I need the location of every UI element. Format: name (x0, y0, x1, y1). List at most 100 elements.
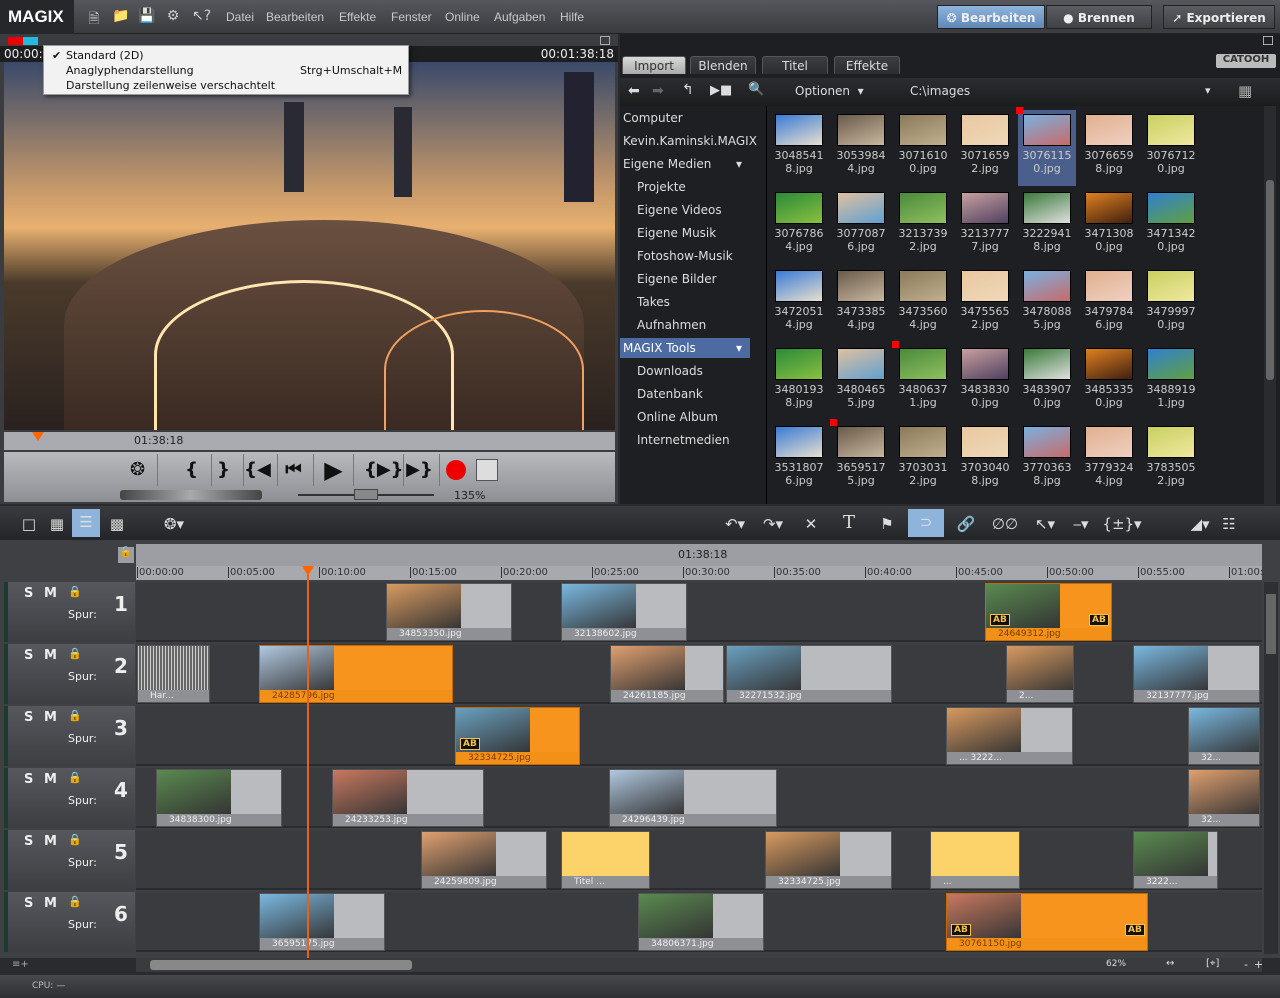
fit-width-icon[interactable]: ↔ (1166, 958, 1174, 969)
back-arrow-icon[interactable]: ⬅ (628, 83, 640, 99)
magnet-snap-icon[interactable]: ⊃ (908, 509, 944, 537)
track-lane[interactable]: Har... 24285796.jpg 24261185.jpg 32271532.j… (136, 644, 1262, 704)
file-thumbnail[interactable]: 34713420.jpg (1142, 188, 1200, 264)
tree-item[interactable]: Online Album (620, 407, 766, 427)
split-tool-icon[interactable]: ⎯▾ (1066, 515, 1096, 533)
photo-clip[interactable]: 32334725.jpg (765, 831, 892, 889)
playhead[interactable] (302, 566, 314, 958)
chevron-down-icon[interactable]: ▾ (1205, 84, 1211, 97)
maximize-icon[interactable] (1263, 36, 1273, 45)
photo-clip[interactable]: 34853350.jpg (386, 583, 512, 641)
mode-export-button[interactable]: ➚ Exportieren (1163, 5, 1275, 29)
lock-icon[interactable]: 🔒 (68, 771, 82, 784)
add-track-icon[interactable]: ≡+ (12, 959, 29, 970)
file-thumbnail[interactable]: 30716592.jpg (956, 110, 1014, 186)
go-to-out-button[interactable]: ▶} (400, 454, 440, 486)
tree-item[interactable]: Kevin.Kaminski.MAGIX (620, 131, 766, 151)
new-file-icon[interactable]: 🗎 (86, 8, 102, 27)
tree-item[interactable]: Computer (620, 108, 766, 128)
go-to-start-button[interactable]: ⏮ (274, 454, 314, 486)
track-lane[interactable]: 32334725.jpg AB ... 3222... 32... (136, 706, 1262, 766)
file-thumbnail[interactable]: 30485418.jpg (770, 110, 828, 186)
track-lane[interactable]: 34853350.jpg 32138602.jpg 24649312.jpg AB AB (136, 582, 1262, 642)
play-range-button[interactable]: {▶} (364, 454, 404, 486)
file-thumbnail[interactable]: 34801938.jpg (770, 344, 828, 420)
lock-icon[interactable]: 🔓 (118, 547, 134, 563)
photo-clip[interactable]: 32334725.jpg AB (455, 707, 580, 765)
volume-icon[interactable]: ◢▾ (1186, 515, 1214, 533)
file-thumbnail[interactable]: 34839070.jpg (1018, 344, 1076, 420)
storyboard-view-icon[interactable]: ▦ (46, 515, 68, 533)
multicam-icon[interactable]: ▩ (106, 515, 128, 533)
transition-badge[interactable]: AB (990, 614, 1010, 626)
photo-clip[interactable]: 32... (1188, 769, 1260, 827)
photo-clip[interactable]: 34806371.jpg (638, 893, 764, 951)
transition-badge[interactable]: AB (1089, 614, 1109, 626)
undo-icon[interactable]: ↶▾ (720, 515, 750, 533)
mute-button[interactable]: M (44, 586, 57, 601)
file-thumbnail[interactable]: 36595175.jpg (830, 419, 890, 498)
track-lane[interactable]: 34838300.jpg 24233253.jpg 24296439.jpg 32..… (136, 768, 1262, 828)
forward-arrow-icon[interactable]: ➡ (652, 83, 664, 99)
jog-shuttle[interactable] (120, 490, 262, 500)
solo-button[interactable]: S (24, 648, 33, 663)
chevron-down-icon[interactable]: ▾ (736, 338, 742, 358)
solo-button[interactable]: S (24, 586, 33, 601)
mute-button[interactable]: M (44, 772, 57, 787)
transition-badge[interactable]: AB (1125, 924, 1145, 936)
title-clip[interactable]: ... (930, 831, 1020, 889)
file-thumbnail[interactable]: 34838300.jpg (956, 344, 1014, 420)
tree-item[interactable]: Internetmedien (620, 430, 766, 450)
mute-button[interactable]: M (44, 648, 57, 663)
delete-icon[interactable]: ✕ (800, 515, 822, 533)
lock-icon[interactable]: 🔒 (68, 647, 82, 660)
photo-clip[interactable]: 24259809.jpg (421, 831, 547, 889)
photo-clip[interactable]: 24261185.jpg (610, 645, 724, 703)
unlink-icon[interactable]: ∅∅ (990, 515, 1020, 533)
photo-clip[interactable]: 30761150.jpg AB AB (946, 893, 1148, 951)
file-thumbnail[interactable]: 34713080.jpg (1080, 188, 1138, 264)
solo-button[interactable]: S (24, 710, 33, 725)
file-thumbnail[interactable]: 32229418.jpg (1018, 188, 1076, 264)
file-thumbnail[interactable]: 30767120.jpg (1142, 110, 1200, 186)
file-thumbnail[interactable]: 34755652.jpg (956, 266, 1014, 342)
tree-item[interactable]: Aufnahmen (620, 315, 766, 335)
marker-flag-icon[interactable]: ⚑ (876, 515, 898, 533)
timeline-zoom[interactable]: 62% (1106, 959, 1126, 969)
audio-clip[interactable]: Har... (137, 645, 210, 703)
mode-burn-button[interactable]: ● Brennen (1046, 5, 1152, 29)
menu-datei[interactable]: Datei (226, 10, 254, 24)
file-thumbnail[interactable]: 30539844.jpg (832, 110, 890, 186)
mixer-icon[interactable]: ☷ (1218, 515, 1240, 533)
solo-button[interactable]: S (24, 834, 33, 849)
open-folder-icon[interactable]: 📁 (112, 8, 129, 25)
file-thumbnail[interactable]: 30716100.jpg (894, 110, 952, 186)
solo-button[interactable]: S (24, 772, 33, 787)
film-mode-icon[interactable]: ❂ (118, 454, 158, 486)
link-icon[interactable]: 🔗 (955, 515, 977, 533)
file-thumbnail[interactable]: 37793244.jpg (1080, 422, 1138, 498)
file-thumbnail[interactable]: 34735604.jpg (894, 266, 952, 342)
tree-item[interactable]: Projekte (620, 177, 766, 197)
menu-item[interactable]: Darstellung zeilenweise verschachtelt (66, 79, 406, 92)
timeline-vscrollbar[interactable] (1264, 582, 1278, 954)
tree-item[interactable]: Takes (620, 292, 766, 312)
scroll-thumb[interactable] (150, 960, 412, 970)
title-text-icon[interactable]: T (838, 512, 860, 533)
up-folder-icon[interactable]: ↰ (682, 82, 694, 98)
tab-titel[interactable]: Titel (762, 56, 828, 74)
tab-effekte[interactable]: Effekte (834, 56, 900, 74)
help-cursor-icon[interactable]: ↖? (192, 8, 211, 25)
zoom-level[interactable]: 135% (454, 489, 485, 502)
menu-item[interactable]: Anaglyphendarstellung Strg+Umschalt+M (66, 64, 406, 77)
range-tool-icon[interactable]: {±}▾ (1102, 515, 1142, 533)
path-field[interactable]: C:\images (910, 84, 1210, 98)
zoom-in-icon[interactable]: + (1254, 958, 1263, 971)
file-thumbnail[interactable]: 32137392.jpg (894, 188, 952, 264)
file-thumbnail[interactable]: 34780885.jpg (1018, 266, 1076, 342)
photo-clip[interactable]: ... 3222... (946, 707, 1073, 765)
tree-item[interactable]: MAGIX Tools ▾ (620, 338, 750, 358)
file-thumbnail[interactable]: 34799970.jpg (1142, 266, 1200, 342)
title-clip[interactable]: Titel ... (561, 831, 650, 889)
file-thumbnail[interactable]: 30770876.jpg (832, 188, 890, 264)
